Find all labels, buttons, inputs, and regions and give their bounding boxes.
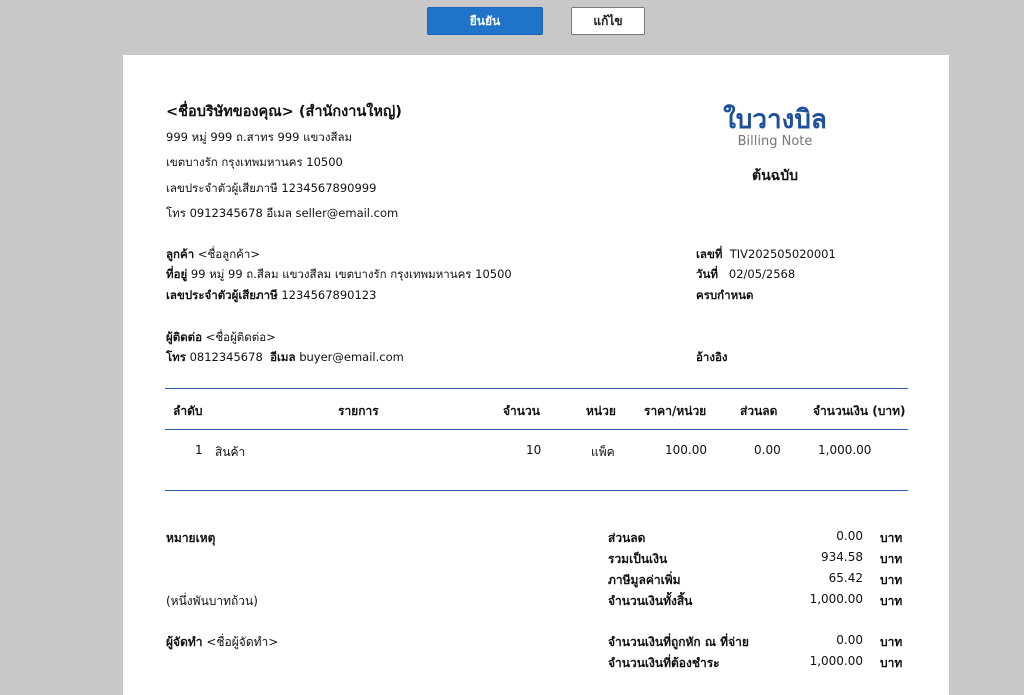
summary-currency: บาท [880,635,903,649]
customer-tax-label: เลขประจำตัวผู้เสียภาษี [166,288,278,302]
summary-value: 65.42 [828,571,863,585]
customer-phone-label: โทร [166,350,186,364]
table-top-rule [165,388,908,389]
summary-label: รวมเป็นเงิน [608,552,668,566]
row-price: 100.00 [665,443,707,457]
col-header-qty: จำนวน [503,404,540,418]
col-header-amount: จำนวนเงิน (บาท) [813,404,906,418]
col-header-unit: หน่วย [586,404,616,418]
contact-person-value: <ชื่อผู้ติดต่อ> [205,330,276,344]
summary-value: 0.00 [836,529,863,543]
summary-value: 0.00 [836,633,863,647]
customer-contact-line: โทร 0812345678 อีเมล buyer@email.com [166,349,404,367]
table-bottom-rule [165,490,908,491]
customer-value: <ชื่อลูกค้า> [197,247,260,261]
due-date-label: ครบกำหนด [696,288,754,302]
col-header-item: รายการ [338,404,379,418]
summary-label: จำนวนเงินที่ถูกหัก ณ ที่จ่าย [608,635,749,649]
customer-email-value: buyer@email.com [299,350,404,364]
doc-number-line: เลขที่ TIV202505020001 [696,246,836,264]
doc-number-label: เลขที่ [696,247,723,261]
customer-tax-value: 1234567890123 [281,288,377,302]
summary-value: 1,000.00 [809,592,863,606]
doc-number-value: TIV202505020001 [729,247,836,261]
doc-date-label: วันที่ [696,267,718,281]
edit-button[interactable]: แก้ไข [571,7,645,35]
summary-currency: บาท [880,594,903,608]
row-unit: แพ็ค [591,445,615,459]
billing-note-document: <ชื่อบริษัทของคุณ> (สำนักงานใหญ่) 999 หม… [123,55,949,695]
document-subtitle: Billing Note [737,134,813,149]
contact-person-label: ผู้ติดต่อ [166,330,203,344]
row-qty: 10 [526,443,542,457]
table-header-rule [165,429,908,430]
amount-in-words: (หนึ่งพันบาทถ้วน) [166,594,258,608]
action-toolbar: ยืนยัน แก้ไข [0,7,1024,37]
remarks-label: หมายเหตุ [166,531,216,545]
summary-label: ส่วนลด [608,531,646,545]
summary-currency: บาท [880,552,903,566]
summary-label: จำนวนเงินที่ต้องชำระ [608,656,720,670]
summary-value: 1,000.00 [809,654,863,668]
summary-label: ภาษีมูลค่าเพิ่ม [608,573,681,587]
customer-line: ลูกค้า <ชื่อลูกค้า> [166,246,260,264]
customer-address-value: 99 หมู่ 99 ถ.สีลม แขวงสีลม เขตบางรัก กรุ… [190,267,512,281]
confirm-button[interactable]: ยืนยัน [427,7,543,35]
summary-currency: บาท [880,531,903,545]
col-header-discount: ส่วนลด [740,404,778,418]
preparer-line: ผู้จัดทำ <ชื่อผู้จัดทำ> [166,633,278,652]
row-item: สินค้า [215,445,246,459]
row-discount: 0.00 [754,443,781,457]
doc-date-line: วันที่ 02/05/2568 [696,266,795,284]
document-copy-label: ต้นฉบับ [752,168,798,184]
customer-address-line: ที่อยู่ 99 หมู่ 99 ถ.สีลม แขวงสีลม เขตบา… [166,266,512,284]
preparer-label: ผู้จัดทำ [166,635,203,649]
summary-value: 934.58 [821,550,863,564]
summary-currency: บาท [880,656,903,670]
seller-contact: โทร 0912345678 อีเมล seller@email.com [166,206,399,220]
col-header-no: ลำดับ [173,404,203,418]
summary-currency: บาท [880,573,903,587]
seller-address-line1: 999 หมู่ 999 ถ.สาทร 999 แขวงสีลม [166,130,353,144]
customer-phone-value: 0812345678 [189,350,263,364]
contact-person-line: ผู้ติดต่อ <ชื่อผู้ติดต่อ> [166,329,276,347]
summary-label: จำนวนเงินทั้งสิ้น [608,594,693,608]
row-no: 1 [195,443,203,457]
customer-address-label: ที่อยู่ [166,267,188,281]
col-header-price: ราคา/หน่วย [644,404,707,418]
preparer-value: <ชื่อผู้จัดทำ> [206,635,279,649]
seller-address-line2: เขตบางรัก กรุงเทพมหานคร 10500 [166,155,343,169]
reference-label: อ้างอิง [696,350,728,364]
row-amount: 1,000.00 [818,443,872,457]
customer-label: ลูกค้า [166,247,195,261]
customer-email-label: อีเมล [270,350,296,364]
customer-tax-line: เลขประจำตัวผู้เสียภาษี 1234567890123 [166,287,376,305]
seller-tax-id: เลขประจำตัวผู้เสียภาษี 1234567890999 [166,181,377,195]
seller-name: <ชื่อบริษัทของคุณ> (สำนักงานใหญ่) [166,104,402,120]
doc-date-value: 02/05/2568 [728,267,796,281]
